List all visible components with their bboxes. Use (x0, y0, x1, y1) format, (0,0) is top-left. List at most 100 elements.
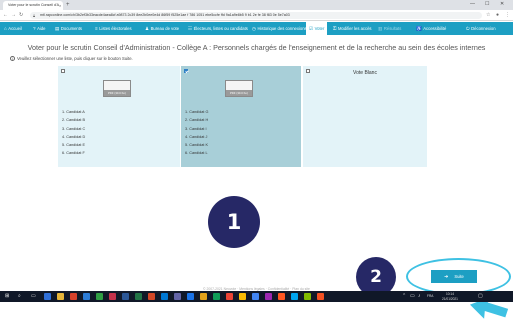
nav-accueil-label: Accueil (8, 26, 22, 31)
nav-modifier[interactable]: ⚿ Modifier les accès (333, 22, 372, 35)
home-icon: ⌂ (4, 26, 7, 31)
browser-tab-title: Voter pour le scrutin Conseil d'A (8, 3, 60, 7)
minimize-icon[interactable]: — (470, 0, 475, 9)
nav-aide[interactable]: ? Aide (33, 22, 45, 35)
app-icon[interactable] (213, 293, 220, 300)
url-text: mtl.rapconline.com/ch/3b2ef3b33eacde4aea… (40, 13, 290, 17)
candidate-item: 2. Candidat H (185, 118, 209, 123)
volume-icon[interactable]: ♪ (418, 291, 421, 302)
forward-icon[interactable]: → (11, 10, 16, 21)
candidate-item: 3. Candidat I (185, 126, 207, 131)
profile-icon[interactable]: ● (496, 10, 499, 21)
key-icon: ⚿ (333, 26, 337, 31)
word-icon[interactable] (122, 293, 129, 300)
browser-toolbar: ← → ↻ mtl.rapconline.com/ch/3b2ef3b33eac… (0, 10, 513, 21)
nav-aide-label: Aide (37, 26, 46, 31)
nav-historique[interactable]: ◷ Historique des connexions (252, 22, 307, 35)
instruction-text: i Veuillez sélectionner une liste, puis c… (10, 56, 133, 61)
app-icon[interactable] (252, 293, 259, 300)
next-button-label: Suite (454, 274, 464, 279)
pdf-label: PDF (30.0 Ko) (226, 90, 252, 96)
list-choice-2[interactable]: PDF (30.0 Ko) 1. Candidat G 2. Candidat … (181, 66, 301, 167)
candidate-item: 5. Candidat K (185, 143, 209, 148)
clock[interactable]: 10:14 21/01/2021 (442, 292, 458, 302)
pdf-thumbnail[interactable]: PDF (30.0 Ko) (103, 80, 131, 97)
nav-bureau[interactable]: ♟ Bureau de vote (145, 22, 179, 35)
documents-icon: ▤ (55, 26, 60, 31)
close-tab-icon[interactable]: × (59, 1, 61, 10)
nav-voter-label: Voter (314, 26, 325, 31)
list-choice-2-checkbox[interactable] (184, 69, 188, 73)
candidate-item: 1. Candidat G (185, 110, 209, 114)
app-icon[interactable] (70, 293, 77, 300)
app-icon[interactable] (265, 293, 272, 300)
powerpoint-icon[interactable] (148, 293, 155, 300)
app-icon[interactable] (200, 293, 207, 300)
pdf-thumbnail[interactable]: PDF (30.0 Ko) (225, 80, 253, 97)
star-icon[interactable]: ☆ (486, 10, 490, 21)
chrome-icon[interactable] (239, 293, 246, 300)
nav-documents[interactable]: ▤ Documents (55, 22, 82, 35)
nav-resultats[interactable]: ▥ Résultats (378, 22, 401, 35)
app-icon[interactable] (304, 293, 311, 300)
search-icon[interactable]: ⌕ (18, 291, 21, 302)
nav-deconnexion[interactable]: ⏻ Déconnexion (466, 22, 496, 35)
app-icon[interactable] (44, 293, 51, 300)
app-icon[interactable] (278, 293, 285, 300)
candidate-item: 1. Candidat A (62, 110, 85, 114)
app-icon[interactable] (226, 293, 233, 300)
back-icon[interactable]: ← (3, 10, 8, 21)
nav-accueil[interactable]: ⌂ Accueil (4, 22, 22, 35)
step-1-badge: 1 (208, 196, 260, 248)
menu-dots-icon[interactable]: ⋮ (505, 10, 510, 21)
close-window-icon[interactable]: ✕ (500, 0, 504, 9)
ballot-icon: ☑ (309, 26, 314, 31)
app-icon[interactable] (83, 293, 90, 300)
nav-documents-label: Documents (60, 26, 83, 31)
browser-tab[interactable]: Voter pour le scrutin Conseil d'A × (3, 1, 63, 10)
maximize-icon[interactable]: ☐ (485, 0, 489, 9)
app-icon[interactable] (317, 293, 324, 300)
windows-taskbar: ⊞ ⌕ ▭ ⌃ ▭ ♪ FRA 10:14 21/01/2021 ▢ (0, 291, 513, 302)
address-bar[interactable]: mtl.rapconline.com/ch/3b2ef3b33eacde4aea… (30, 12, 482, 19)
page-title: Voter pour le scrutin Conseil d'Administ… (27, 43, 486, 52)
nav-listes[interactable]: ≡ Listes électorales (95, 22, 132, 35)
info-icon: i (10, 56, 15, 61)
site-navbar: ⌂ Accueil ? Aide ▤ Documents ≡ Listes électo… (0, 22, 513, 35)
file-explorer-icon[interactable] (57, 293, 64, 300)
network-icon[interactable]: ▭ (410, 291, 415, 302)
teams-icon[interactable] (174, 293, 181, 300)
blank-vote-choice[interactable]: Vote Blanc (303, 66, 427, 167)
windows-start-icon[interactable]: ⊞ (5, 291, 9, 302)
nav-voter[interactable]: ☑ Voter (306, 22, 328, 35)
lock-icon[interactable]: 🔒︎ (33, 12, 35, 19)
app-icon[interactable] (96, 293, 103, 300)
list-choice-1[interactable]: PDF (30.0 Ko) 1. Candidat A 2. Candidat … (58, 66, 180, 167)
candidate-item: 5. Candidat E (62, 143, 86, 148)
task-view-icon[interactable]: ▭ (31, 291, 36, 302)
notifications-icon[interactable]: ▢ (478, 291, 483, 302)
language-indicator[interactable]: FRA (427, 291, 433, 302)
candidate-item: 4. Candidat D (62, 134, 86, 139)
nav-resultats-label: Résultats (383, 26, 402, 31)
app-icon[interactable] (291, 293, 298, 300)
list-choice-1-checkbox[interactable] (61, 69, 65, 73)
outlook-icon[interactable] (161, 293, 168, 300)
nav-accessibilite[interactable]: ♿ Accessibilité (416, 22, 446, 35)
list-icon: ≡ (95, 26, 98, 31)
app-icon[interactable] (109, 293, 116, 300)
voters-icon: ☷ (188, 26, 193, 31)
instruction-label: Veuillez sélectionner une liste, puis cl… (17, 56, 133, 61)
new-tab-icon[interactable]: + (66, 1, 70, 9)
people-icon: ♟ (145, 26, 150, 31)
history-icon: ◷ (252, 26, 257, 31)
app-icon[interactable] (187, 293, 194, 300)
logout-icon: ⏻ (466, 26, 470, 31)
nav-electeurs[interactable]: ☷ Électeurs, listes ou candidats (188, 22, 248, 35)
arrow-right-icon: ➜ (444, 274, 449, 280)
reload-icon[interactable]: ↻ (19, 10, 23, 21)
excel-icon[interactable] (135, 293, 142, 300)
nav-deconnexion-label: Déconnexion (471, 26, 496, 31)
candidate-item: 2. Candidat B (62, 118, 86, 123)
tray-arrow-icon[interactable]: ⌃ (402, 291, 406, 302)
